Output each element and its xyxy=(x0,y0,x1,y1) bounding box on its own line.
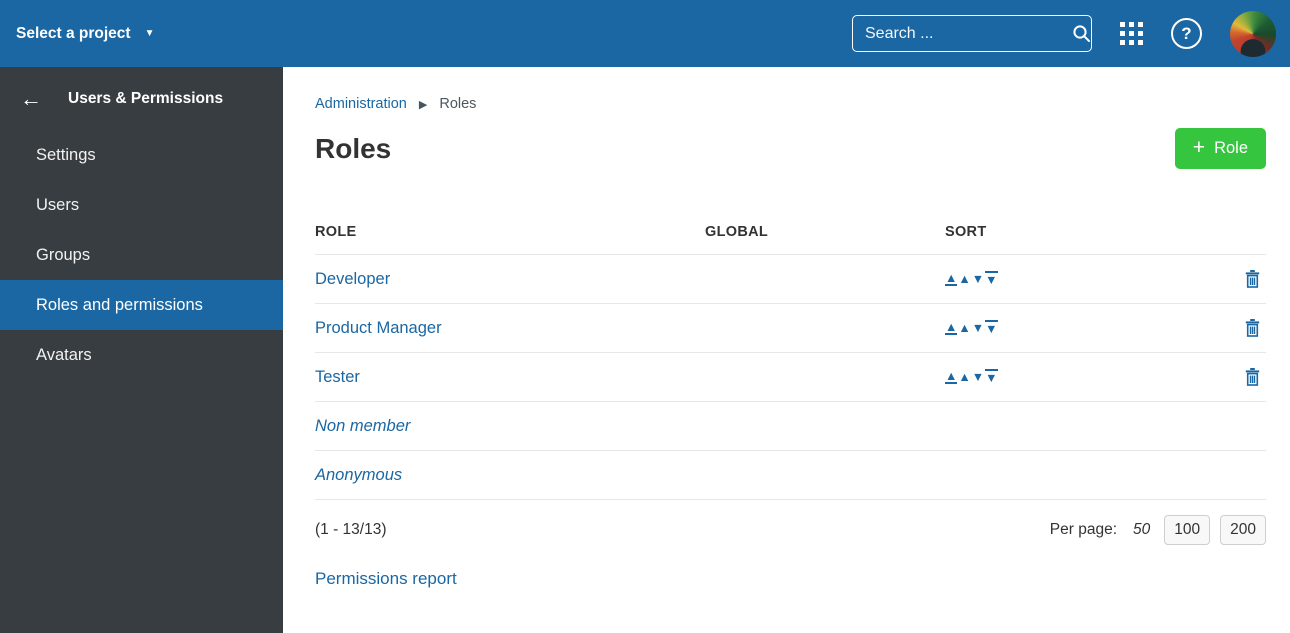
add-role-label: Role xyxy=(1214,139,1248,157)
sidebar-item-label: Groups xyxy=(36,245,91,264)
sidebar-item-label: Settings xyxy=(36,145,96,164)
table-row: Anonymous xyxy=(315,451,1266,500)
trash-icon xyxy=(1245,270,1260,288)
column-header-global: GLOBAL xyxy=(705,223,769,240)
trash-icon xyxy=(1245,319,1260,337)
sidebar-title: Users & Permissions xyxy=(68,89,224,107)
role-link[interactable]: Product Manager xyxy=(315,319,442,337)
chevron-down-icon: ▼ xyxy=(144,27,155,39)
delete-role-button[interactable] xyxy=(1245,319,1260,337)
column-header-sort: SORT xyxy=(945,223,987,240)
roles-table: ROLE GLOBAL SORT Developer ▲ ▲ ▼ ▼ Produ… xyxy=(315,209,1266,500)
per-page-options: Per page: 50 100 200 xyxy=(1050,515,1266,545)
table-header-row: ROLE GLOBAL SORT xyxy=(315,209,1266,255)
pagination-range: (1 - 13/13) xyxy=(315,521,387,538)
table-row: Product Manager ▲ ▲ ▼ ▼ xyxy=(315,304,1266,353)
permissions-report-link[interactable]: Permissions report xyxy=(315,569,457,589)
move-down-icon[interactable]: ▼ xyxy=(972,273,984,286)
move-down-icon[interactable]: ▼ xyxy=(972,371,984,384)
sidebar-item-label: Roles and permissions xyxy=(36,295,203,314)
column-header-role: ROLE xyxy=(315,223,357,240)
per-page-200[interactable]: 200 xyxy=(1220,515,1266,545)
chevron-right-icon: ▶ xyxy=(418,98,428,111)
project-selector-button[interactable]: Select a project ▼ xyxy=(8,19,162,49)
per-page-current: 50 xyxy=(1133,521,1151,538)
page-title: Roles xyxy=(315,132,392,164)
plus-icon: + xyxy=(1192,136,1206,159)
move-up-icon[interactable]: ▲ xyxy=(958,371,970,384)
sort-controls: ▲ ▲ ▼ ▼ xyxy=(945,271,1224,287)
move-to-bottom-icon[interactable]: ▼ xyxy=(985,320,998,336)
table-row: Tester ▲ ▲ ▼ ▼ xyxy=(315,353,1266,402)
trash-icon xyxy=(1245,368,1260,386)
move-down-icon[interactable]: ▼ xyxy=(972,322,984,335)
role-link[interactable]: Non member xyxy=(315,417,410,435)
move-up-icon[interactable]: ▲ xyxy=(958,322,970,335)
role-link[interactable]: Anonymous xyxy=(315,466,402,484)
breadcrumb-roles: Roles xyxy=(439,96,477,112)
avatar[interactable] xyxy=(1230,10,1276,57)
role-link[interactable]: Tester xyxy=(315,368,360,386)
main-content: Administration ▶ Roles Roles + Role ROLE… xyxy=(283,67,1290,633)
roles-table-body: Developer ▲ ▲ ▼ ▼ Product Manager ▲ ▲ ▼ … xyxy=(315,255,1266,500)
move-to-bottom-icon[interactable]: ▼ xyxy=(985,369,998,385)
sidebar-item-settings[interactable]: Settings xyxy=(0,130,283,180)
sidebar-item-avatars[interactable]: Avatars xyxy=(0,330,283,380)
sidebar-menu: Settings Users Groups Roles and permissi… xyxy=(0,130,283,380)
sidebar-item-users[interactable]: Users xyxy=(0,180,283,230)
move-to-top-icon[interactable]: ▲ xyxy=(945,370,958,385)
title-row: Roles + Role xyxy=(315,128,1266,169)
move-to-top-icon[interactable]: ▲ xyxy=(945,321,958,336)
sidebar-header: ← Users & Permissions xyxy=(0,67,283,130)
sort-controls: ▲ ▲ ▼ ▼ xyxy=(945,369,1224,385)
project-selector-label: Select a project xyxy=(16,24,131,42)
table-row: Developer ▲ ▲ ▼ ▼ xyxy=(315,255,1266,304)
sidebar-item-groups[interactable]: Groups xyxy=(0,230,283,280)
per-page-label: Per page: xyxy=(1049,521,1117,538)
add-role-button[interactable]: + Role xyxy=(1174,128,1266,169)
per-page-100[interactable]: 100 xyxy=(1164,515,1211,545)
move-up-icon[interactable]: ▲ xyxy=(958,273,970,286)
search-input[interactable] xyxy=(865,24,1072,43)
sidebar-item-label: Avatars xyxy=(36,345,92,364)
sidebar-item-label: Users xyxy=(36,195,80,214)
topbar: Select a project ▼ ? xyxy=(0,0,1290,67)
breadcrumb: Administration ▶ Roles xyxy=(315,96,1266,112)
help-icon: ? xyxy=(1171,18,1202,49)
breadcrumb-administration[interactable]: Administration xyxy=(315,96,407,112)
table-row: Non member xyxy=(315,402,1266,451)
pagination-bar: (1 - 13/13) Per page: 50 100 200 xyxy=(315,515,1266,545)
delete-role-button[interactable] xyxy=(1245,270,1260,288)
move-to-bottom-icon[interactable]: ▼ xyxy=(985,271,998,287)
help-button[interactable]: ? xyxy=(1171,18,1202,49)
arrow-left-icon: ← xyxy=(20,85,42,111)
sidebar-item-roles-and-permissions[interactable]: Roles and permissions xyxy=(0,280,283,330)
search-icon[interactable] xyxy=(1072,24,1091,43)
grid-icon xyxy=(1120,22,1143,45)
role-link[interactable]: Developer xyxy=(315,270,390,288)
delete-role-button[interactable] xyxy=(1245,368,1260,386)
sort-controls: ▲ ▲ ▼ ▼ xyxy=(945,320,1224,336)
move-to-top-icon[interactable]: ▲ xyxy=(945,272,958,287)
sidebar: ← Users & Permissions Settings Users Gro… xyxy=(0,67,283,633)
topbar-actions: ? xyxy=(852,10,1276,57)
modules-menu-button[interactable] xyxy=(1120,22,1143,45)
global-search-box[interactable] xyxy=(852,15,1092,52)
back-button[interactable]: ← xyxy=(20,85,42,111)
